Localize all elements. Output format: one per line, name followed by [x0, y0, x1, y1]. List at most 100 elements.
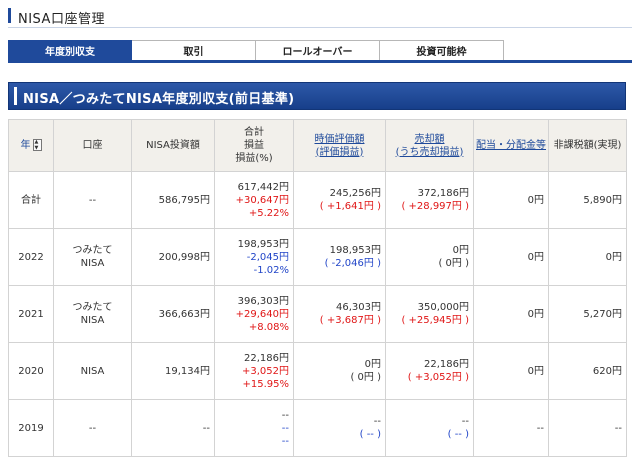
total-value: -- — [281, 409, 289, 421]
section-title: NISA／つみたてNISA年度別収支(前日基準) — [23, 92, 295, 107]
market-value-pl-amount: +1,641円 — [326, 201, 374, 212]
header-year-label: 年 — [20, 140, 31, 151]
cell-investment: -- — [131, 399, 215, 457]
total-pl-percent: +15.95% — [242, 378, 289, 390]
table-header-row: 年 ▲ ▼ 口座 NISA投資額 合計 損益 損益(%) 時価評価額 (評価損益) … — [8, 119, 627, 172]
cell-total-pl: 396,303円 +29,640円 +8.08% — [214, 285, 294, 343]
header-investment: NISA投資額 — [131, 119, 215, 172]
table-row: 2022 つみたて NISA 200,998円 198,953円 -2,045円 -1.02… — [8, 228, 627, 286]
sold-pl-amount: +3,052円 — [414, 372, 462, 383]
cell-market-value: 198,953円 ( -2,046円 ) — [293, 228, 386, 286]
tab-annual-balance[interactable]: 年度別収支 — [8, 40, 132, 60]
market-value: -- — [373, 416, 381, 427]
cell-account: -- — [53, 399, 132, 457]
header-tax-exempt: 非課税額(実現) — [548, 119, 627, 172]
header-total-line1: 合計 — [244, 127, 264, 138]
sold-pl-amount: -- — [454, 429, 462, 440]
header-market-value-pl-link[interactable]: (評価損益) — [294, 146, 385, 159]
cell-sold: 0円 ( 0円 ) — [385, 228, 474, 286]
cell-tax-exempt: 620円 — [548, 342, 627, 400]
total-value: 22,186円 — [244, 352, 289, 364]
annual-balance-table: 年 ▲ ▼ 口座 NISA投資額 合計 損益 損益(%) 時価評価額 (評価損益) … — [8, 119, 627, 457]
total-pl-amount: -2,045円 — [246, 251, 289, 263]
cell-year: 2020 — [8, 342, 54, 400]
sold-pl: ( +28,997円 ) — [401, 201, 469, 212]
sold-value: -- — [461, 416, 469, 427]
header-sold-link[interactable]: 売却額 — [386, 133, 473, 146]
sold-pl: ( +3,052円 ) — [407, 372, 469, 383]
account-line2: NISA — [80, 258, 105, 269]
total-pl-amount: +29,640円 — [235, 308, 289, 320]
cell-total-pl: 617,442円 +30,647円 +5.22% — [214, 171, 294, 229]
cell-dividends: 0円 — [473, 171, 549, 229]
account-line1: つみたて — [72, 302, 113, 313]
market-value: 245,256円 — [329, 188, 381, 199]
cell-total-pl: 198,953円 -2,045円 -1.02% — [214, 228, 294, 286]
title-accent — [8, 8, 11, 23]
cell-market-value: 46,303円 ( +3,687円 ) — [293, 285, 386, 343]
cell-account: つみたて NISA — [53, 285, 132, 343]
total-pl-amount: +3,052円 — [241, 365, 289, 377]
cell-dividends: 0円 — [473, 342, 549, 400]
sold-value: 0円 — [452, 245, 469, 256]
header-total-pl: 合計 損益 損益(%) — [214, 119, 294, 172]
sold-pl-amount: +28,997円 — [408, 201, 462, 212]
cell-year: 2022 — [8, 228, 54, 286]
cell-year: 2019 — [8, 399, 54, 457]
cell-investment: 586,795円 — [131, 171, 215, 229]
total-pl-amount: -- — [281, 422, 289, 434]
cell-year: 2021 — [8, 285, 54, 343]
tab-investment-limit[interactable]: 投資可能枠 — [380, 40, 504, 60]
tab-rollover[interactable]: ロールオーバー — [256, 40, 380, 60]
market-value-pl: ( -2,046円 ) — [324, 258, 381, 269]
market-value: 46,303円 — [336, 302, 381, 313]
cell-year: 合計 — [8, 171, 54, 229]
tab-bar: 年度別収支 取引 ロールオーバー 投資可能枠 — [8, 40, 632, 60]
sold-value: 22,186円 — [424, 359, 469, 370]
cell-tax-exempt: 5,270円 — [548, 285, 627, 343]
cell-tax-exempt: 0円 — [548, 228, 627, 286]
cell-tax-exempt: 5,890円 — [548, 171, 627, 229]
cell-account: NISA — [53, 342, 132, 400]
market-value-pl: ( +3,687円 ) — [319, 315, 381, 326]
header-market-value-link[interactable]: 時価評価額 — [294, 133, 385, 146]
total-pl-percent: +8.08% — [248, 321, 289, 333]
header-sold-pl-link[interactable]: (うち売却損益) — [386, 146, 473, 159]
account-line2: NISA — [80, 315, 105, 326]
cell-sold: 372,186円 ( +28,997円 ) — [385, 171, 474, 229]
sold-pl: ( 0円 ) — [438, 258, 469, 269]
total-pl-percent: -1.02% — [253, 264, 289, 276]
total-pl-percent: -- — [281, 435, 289, 447]
cell-investment: 19,134円 — [131, 342, 215, 400]
sold-pl-amount: +25,945円 — [408, 315, 462, 326]
total-value: 198,953円 — [237, 238, 289, 250]
market-value-pl-amount: +3,687円 — [326, 315, 374, 326]
sold-pl: ( -- ) — [447, 429, 469, 440]
market-value-pl-amount: -2,046円 — [331, 258, 374, 269]
sort-toggle-icon[interactable]: ▲ ▼ — [32, 139, 42, 151]
cell-account: -- — [53, 171, 132, 229]
page-title-bar: NISA口座管理 — [8, 6, 632, 28]
total-pl-percent: +5.22% — [248, 207, 289, 219]
header-total-line2: 損益 — [244, 140, 264, 151]
cell-dividends: -- — [473, 399, 549, 457]
table-row: 合計 -- 586,795円 617,442円 +30,647円 +5.22% 245,25… — [8, 171, 627, 229]
tab-trades[interactable]: 取引 — [132, 40, 256, 60]
account-line1: つみたて — [72, 245, 113, 256]
market-value: 0円 — [364, 359, 381, 370]
market-value-pl: ( -- ) — [359, 429, 381, 440]
section-accent — [14, 87, 17, 105]
total-value: 617,442円 — [237, 181, 289, 193]
cell-sold: 350,000円 ( +25,945円 ) — [385, 285, 474, 343]
sold-value: 350,000円 — [417, 302, 469, 313]
cell-dividends: 0円 — [473, 228, 549, 286]
header-dividends-link[interactable]: 配当・分配金等 — [476, 140, 546, 151]
table-row: 2021 つみたて NISA 366,663円 396,303円 +29,640円 +8.0… — [8, 285, 627, 343]
cell-investment: 200,998円 — [131, 228, 215, 286]
cell-total-pl: 22,186円 +3,052円 +15.95% — [214, 342, 294, 400]
cell-tax-exempt: -- — [548, 399, 627, 457]
sold-pl: ( +25,945円 ) — [401, 315, 469, 326]
tab-underline — [8, 60, 632, 63]
table-row: 2020 NISA 19,134円 22,186円 +3,052円 +15.95% 0円( … — [8, 342, 627, 400]
cell-investment: 366,663円 — [131, 285, 215, 343]
